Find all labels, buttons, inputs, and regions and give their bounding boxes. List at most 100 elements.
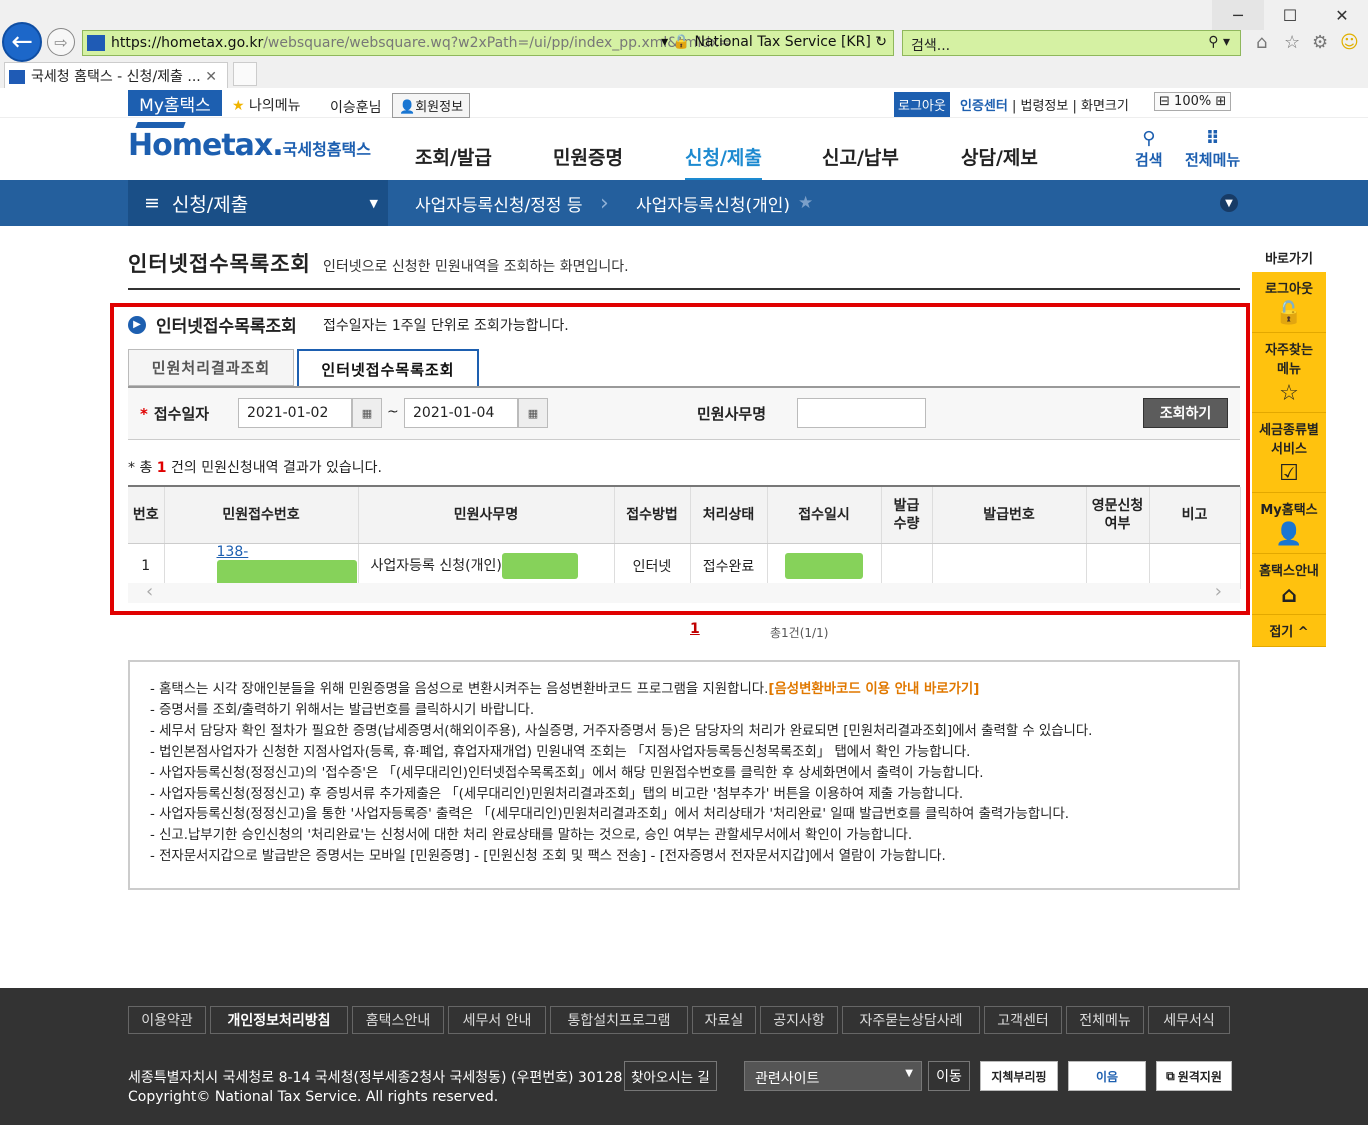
issue-number-cell[interactable] [932,543,1087,589]
calendar-icon[interactable]: ▦ [352,398,382,428]
favorites-star-icon[interactable]: ☆ [1284,32,1300,53]
browser-tab[interactable]: 국세청 홈택스 - 신청/제출 ... ✕ [4,62,228,88]
required-icon: * [140,405,148,423]
quick-tax-services[interactable]: 세금종류별 서비스 ☑ [1252,413,1326,493]
footer-terms[interactable]: 이용약관 [128,1006,206,1034]
search-button[interactable]: 조회하기 [1143,398,1228,428]
date-to-input[interactable]: 2021-01-04 [404,398,518,428]
browser-search-input[interactable]: 검색... ⚲ ▾ [902,30,1241,56]
forward-button[interactable]: ⇨ [47,28,75,56]
gnb-inquiry-issue[interactable]: 조회/발급 [415,143,492,170]
footer-hometax-guide[interactable]: 홈택스안내 [352,1006,444,1034]
banner-1[interactable]: 지첵부리핑 [980,1061,1058,1091]
person-icon: 👤 [399,100,416,115]
gnb-all-menu-button[interactable]: ⠿ 전체메뉴 [1185,128,1240,170]
logout-button[interactable]: 로그아웃 [894,92,950,117]
quick-logout-label: 로그아웃 [1265,282,1313,297]
footer-faq[interactable]: 자주묻는상담사례 [842,1006,980,1034]
scroll-left-icon[interactable]: ‹ [146,581,153,602]
address-bar[interactable]: https://hometax.go.kr/websquare/websquar… [82,30,894,56]
page-number[interactable]: 1 [690,621,700,637]
member-info-label: 회원정보 [415,100,464,115]
back-button[interactable]: ← [2,22,42,62]
quick-guide[interactable]: 홈택스안내 ⌂ [1252,554,1326,615]
result-prefix: * 총 [128,460,153,476]
gnb-apply-submit[interactable]: 신청/제출 [685,143,762,181]
quick-collapse[interactable]: 접기 ^ [1252,615,1326,647]
close-window-button[interactable]: ✕ [1316,0,1368,30]
minimize-button[interactable]: ─ [1212,0,1264,30]
page-title: 인터넷접수목록조회 [128,252,311,276]
related-sites-select[interactable]: 관련사이트 ▼ [744,1061,922,1091]
quick-tax-services-label: 세금종류별 서비스 [1259,423,1319,457]
banner-2[interactable]: 이음 [1068,1061,1146,1091]
new-tab-button[interactable] [233,62,257,86]
footer-install[interactable]: 통합설치프로그램 [550,1006,688,1034]
hometax-logo[interactable]: Hometax.국세청홈택스 [128,122,371,163]
my-menu-label: 나의메뉴 [249,98,301,114]
gnb-search-button[interactable]: ⚲ 검색 [1135,128,1163,170]
col-header: 비고 [1149,487,1241,544]
lock-icon: 🔓 [1275,301,1303,326]
date-from-input[interactable]: 2021-01-02 [238,398,352,428]
footer-tax-forms[interactable]: 세무서식 [1148,1006,1230,1034]
remote-support-banner[interactable]: ⧉ 원격지원 [1156,1061,1232,1091]
gnb-consult-report[interactable]: 상담/제보 [961,143,1038,170]
receipt-number-link[interactable]: 138- [217,544,249,560]
col-header: 영문신청 여부 [1086,487,1150,544]
gnb-search-label: 검색 [1135,151,1163,169]
go-button[interactable]: 이동 [928,1061,970,1091]
member-info-button[interactable]: 👤회원정보 [392,93,471,118]
my-menu-link[interactable]: ★ 나의메뉴 [232,95,301,115]
receipt-number-cell[interactable]: 138- [164,543,359,589]
footer-office-guide[interactable]: 세무서 안내 [448,1006,546,1034]
tab-close-icon[interactable]: ✕ [205,69,217,85]
redacted-mask [785,552,863,579]
footer-library[interactable]: 자료실 [692,1006,756,1034]
search-icon[interactable]: ⚲ ▾ [1208,34,1230,50]
tab-internet-receipt[interactable]: 인터넷접수목록조회 [297,349,479,387]
footer-notice[interactable]: 공지사항 [760,1006,838,1034]
tab-title: 국세청 홈택스 - 신청/제출 ... [31,69,201,85]
zoom-out-icon[interactable]: ⊟ [1159,94,1170,109]
quick-logout[interactable]: 로그아웃 🔓 [1252,272,1326,333]
chevron-down-icon[interactable]: ▼ [1220,194,1238,212]
footer-customer-center[interactable]: 고객센터 [984,1006,1062,1034]
voice-barcode-link[interactable]: [음성변환바코드 이용 안내 바로가기] [768,682,979,697]
calendar-icon[interactable]: ▦ [518,398,548,428]
zoom-control[interactable]: ⊟ 100% ⊞ [1154,92,1232,111]
quick-myhometax[interactable]: My홈택스 👤 [1252,493,1326,554]
law-info-link[interactable]: 법령정보 [1021,99,1069,114]
footer-privacy[interactable]: 개인정보처리방침 [210,1006,348,1034]
breadcrumb-2[interactable]: 사업자등록신청(개인) ★ [636,180,813,226]
horizontal-scrollbar[interactable]: ‹ › [128,581,1240,603]
smiley-icon[interactable]: ☺ [1340,32,1359,53]
notice-item: - 법인본점사업자가 신청한 지점사업자(등록, 휴·폐업, 휴업자재개업) 민… [150,744,971,760]
directions-button[interactable]: 찾아오시는 길 [624,1061,717,1091]
tab-civil-result[interactable]: 민원처리결과조회 [128,349,294,386]
gnb-civil-certificate[interactable]: 민원증명 [553,143,623,170]
favorite-star-icon[interactable]: ★ [798,193,813,213]
maximize-button[interactable]: ☐ [1264,0,1316,30]
gnb-report-pay[interactable]: 신고/납부 [822,143,899,170]
cert-center-link[interactable]: 인증센터 [960,99,1008,114]
quick-favorites[interactable]: 자주찾는 메뉴 ☆ [1252,333,1326,413]
myhometax-button[interactable]: My홈택스 [128,90,222,116]
home-icon[interactable]: ⌂ [1256,32,1267,53]
service-name-input[interactable] [797,398,926,428]
section-dropdown[interactable]: ≡ 신청/제출 ▼ [128,180,388,226]
col-header: 처리상태 [690,487,768,544]
settings-gear-icon[interactable]: ⚙ [1312,32,1328,53]
result-count: 1 [156,460,167,476]
footer-all-menu[interactable]: 전체메뉴 [1066,1006,1144,1034]
breadcrumb-1[interactable]: 사업자등록신청/정정 등 [415,180,583,226]
logo-ko: 국세청홈택스 [282,140,371,159]
chevron-up-icon: ^ [1297,625,1309,640]
scroll-right-icon[interactable]: › [1215,581,1222,602]
star-icon: ☆ [1279,381,1299,406]
quick-menu: 바로가기 로그아웃 🔓 자주찾는 메뉴 ☆ 세금종류별 서비스 ☑ My홈택스 👤 홈택… [1252,248,1326,647]
section-title: ▶ 인터넷접수목록조회 [128,312,297,337]
zoom-in-icon[interactable]: ⊞ [1215,94,1226,109]
cert-indicator[interactable]: ▾ 🔒 National Tax Service [KR] ↻ [661,34,887,50]
remote-icon: ⧉ [1166,1068,1175,1083]
